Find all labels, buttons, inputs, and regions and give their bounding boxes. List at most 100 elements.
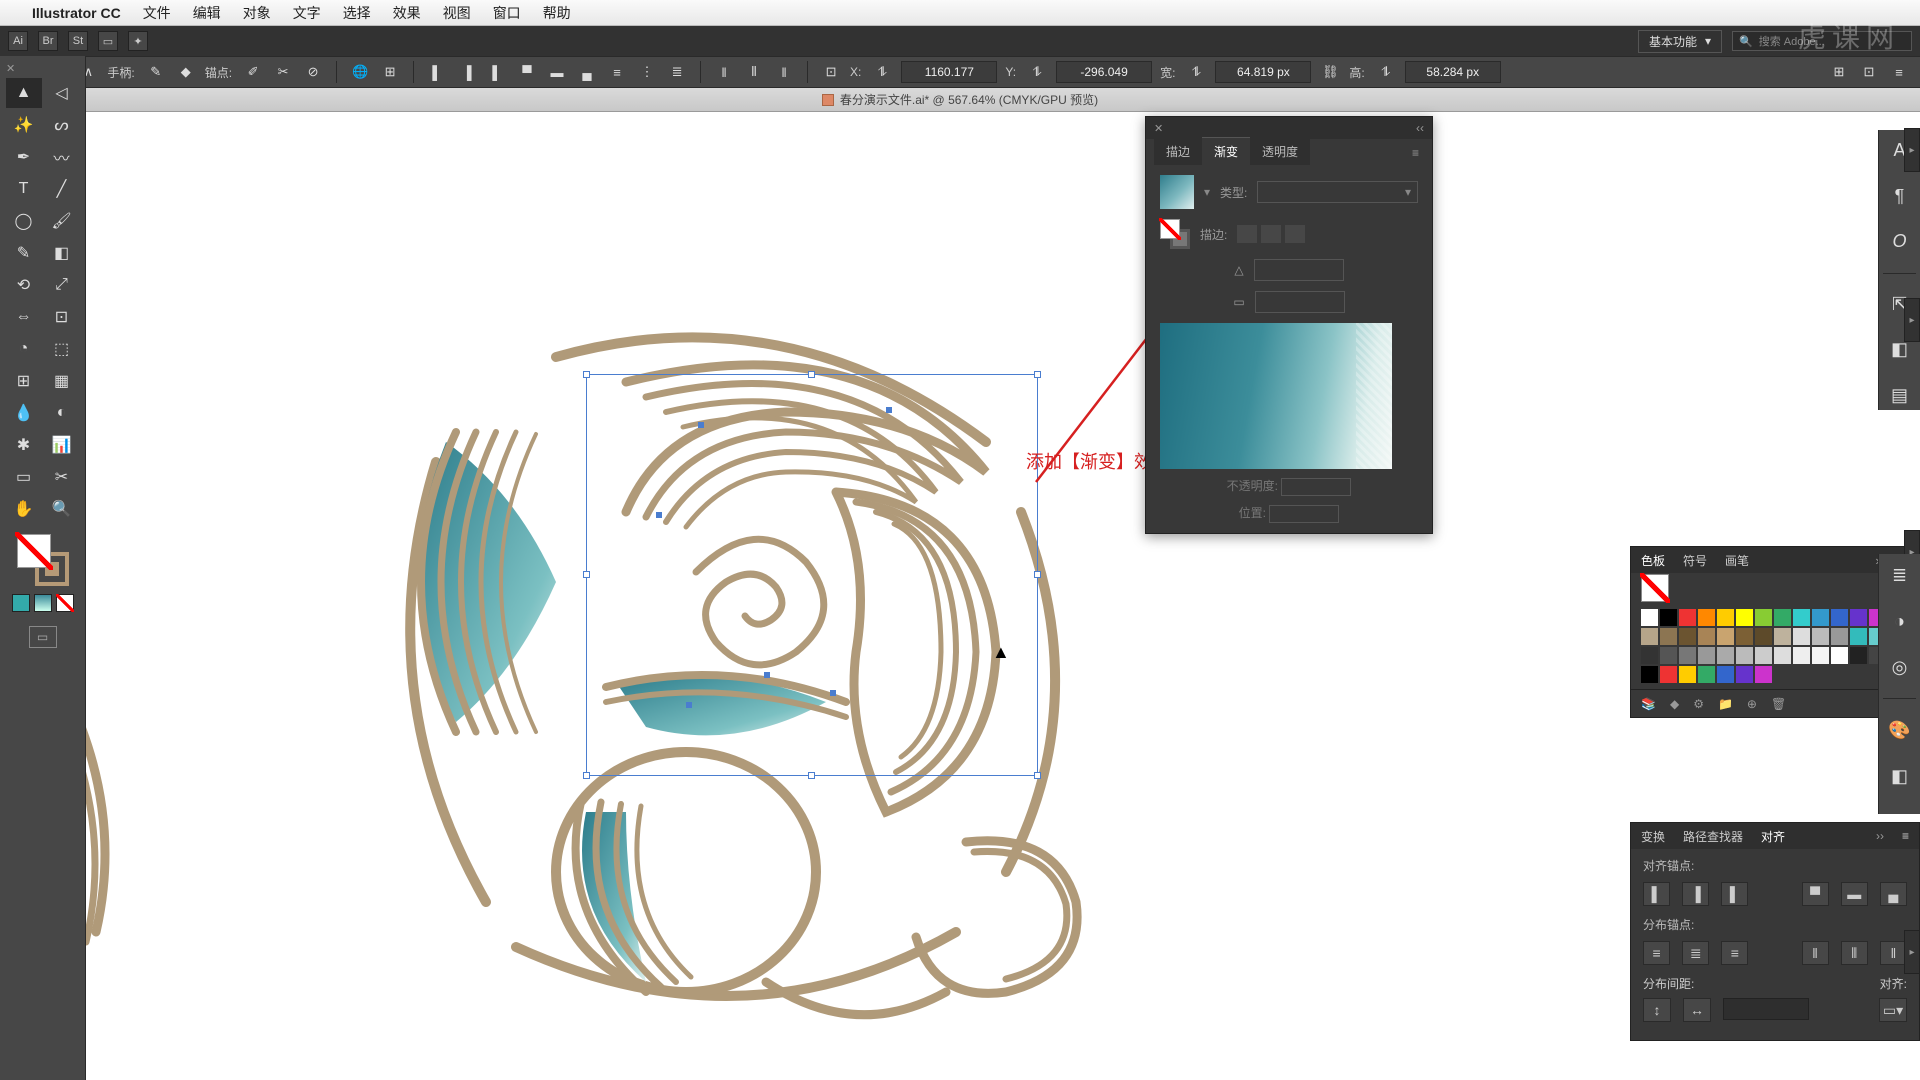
ref-point-icon[interactable]: ⊡ (820, 61, 842, 83)
fill-stroke-control[interactable] (17, 534, 69, 586)
eraser-tool[interactable]: ◧ (44, 238, 80, 268)
handle2-icon[interactable]: ◆ (175, 61, 197, 83)
blend-tool[interactable]: ◐ (44, 398, 80, 428)
swatch-cell[interactable] (1831, 628, 1848, 645)
stroke-within-icon[interactable] (1237, 225, 1257, 243)
shape-builder-tool[interactable]: ◔ (6, 334, 42, 364)
dist-bottom-btn[interactable]: ≡ (1721, 941, 1748, 965)
dist-v-icon[interactable]: ⋮ (636, 61, 658, 83)
swatch-cell[interactable] (1679, 666, 1696, 683)
swatch-cell[interactable] (1850, 609, 1867, 626)
align-hcenter-btn[interactable]: ▐ (1682, 882, 1709, 906)
swatch-cell[interactable] (1698, 666, 1715, 683)
swatch-new-icon[interactable]: ⊕ (1747, 697, 1757, 711)
rotate-tool[interactable]: ⟲ (6, 270, 42, 300)
appearance-panel-icon[interactable]: ◑ (1879, 606, 1920, 636)
perspective-tool[interactable]: ⬚ (44, 334, 80, 364)
align-panel-icon[interactable]: ⊞ (1828, 61, 1850, 83)
swatches-current[interactable] (1641, 574, 1669, 602)
none-mode-icon[interactable] (56, 594, 74, 612)
swatch-options-icon[interactable]: ⚙ (1693, 697, 1704, 711)
swatch-cell[interactable] (1755, 666, 1772, 683)
color-mode-icon[interactable] (12, 594, 30, 612)
gradient-tool[interactable]: ▦ (44, 366, 80, 396)
dist-hcenter-btn[interactable]: ⦀ (1841, 941, 1868, 965)
gradient-panel[interactable]: ✕‹‹ 描边 渐变 透明度 ≡ ▾ 类型: ▾ 描边: △ ▭ 不透明度: 位置… (1145, 116, 1433, 534)
tab-gradient[interactable]: 渐变 (1202, 137, 1250, 165)
swatches-grid[interactable] (1631, 603, 1919, 689)
curvature-tool[interactable]: 〰 (44, 142, 80, 172)
swatch-cell[interactable] (1831, 609, 1848, 626)
tab-symbols[interactable]: 符号 (1683, 552, 1707, 569)
opentype-panel-icon[interactable]: O (1879, 227, 1920, 257)
link-wh-icon[interactable]: ⛓ (1319, 61, 1341, 83)
swatch-cell[interactable] (1641, 609, 1658, 626)
swatch-cell[interactable] (1812, 628, 1829, 645)
workspace-switcher[interactable]: 基本功能▾ (1638, 30, 1722, 53)
tab-transparency[interactable]: 透明度 (1250, 138, 1310, 165)
swatch-cell[interactable] (1793, 628, 1810, 645)
align-c-icon[interactable]: ▐ (456, 61, 478, 83)
menu-type[interactable]: 文字 (293, 3, 321, 23)
gradient-location-input[interactable] (1269, 505, 1339, 523)
align-left-btn[interactable]: ▌ (1643, 882, 1670, 906)
dist-h2-icon[interactable]: ≣ (666, 61, 688, 83)
menu-window[interactable]: 窗口 (493, 3, 521, 23)
align-bottom-btn[interactable]: ▄ (1880, 882, 1907, 906)
swatch-cell[interactable] (1812, 647, 1829, 664)
color-panel-icon[interactable]: 🎨 (1879, 715, 1920, 745)
handle-icon[interactable]: ✎ (145, 61, 167, 83)
swatches-panel[interactable]: 色板 符号 画笔 ›› ≡ ≣▦ 📚 ◆ ⚙ 📁 ⊕ 🗑 (1630, 546, 1920, 718)
gradient-ramp[interactable] (1160, 323, 1392, 469)
dist-top-btn[interactable]: ≡ (1643, 941, 1670, 965)
tab-align[interactable]: 对齐 (1761, 828, 1785, 845)
menu-help[interactable]: 帮助 (543, 3, 571, 23)
menu-edit[interactable]: 编辑 (193, 3, 221, 23)
anchor-cut-icon[interactable]: ✂ (272, 61, 294, 83)
hand-tool[interactable]: ✋ (6, 494, 42, 524)
direct-selection-tool[interactable]: ◁ (44, 78, 80, 108)
free-transform-tool[interactable]: ⊡ (44, 302, 80, 332)
mesh-tool[interactable]: ⊞ (6, 366, 42, 396)
swatch-cell[interactable] (1793, 609, 1810, 626)
dock-toggle-1[interactable]: ▸ (1904, 128, 1920, 172)
swatch-cell[interactable] (1698, 647, 1715, 664)
swatch-cell[interactable] (1755, 628, 1772, 645)
align-r-icon[interactable]: ▌ (486, 61, 508, 83)
magic-wand-tool[interactable]: ✨ (6, 110, 42, 140)
selection-box[interactable] (586, 374, 1038, 776)
arrange-icon[interactable]: ▭ (98, 31, 118, 51)
isolate-icon[interactable]: ⊞ (379, 61, 401, 83)
menu-select[interactable]: 选择 (343, 3, 371, 23)
dock-toggle-5[interactable]: ▸ (1904, 930, 1920, 974)
swatch-cell[interactable] (1774, 609, 1791, 626)
gradient-preview-swatch[interactable] (1160, 175, 1194, 209)
h-value[interactable]: 58.284 px (1405, 61, 1501, 83)
align-t-icon[interactable]: ▀ (516, 61, 538, 83)
color-guide-icon[interactable]: ◧ (1879, 761, 1920, 791)
swatch-cell[interactable] (1736, 628, 1753, 645)
width-tool[interactable]: ⇔ (6, 302, 42, 332)
h-step-icon[interactable]: ⥮ (1375, 61, 1397, 83)
shaper-tool[interactable]: ✎ (6, 238, 42, 268)
zoom-tool[interactable]: 🔍 (44, 494, 80, 524)
gradient-angle-input[interactable] (1254, 259, 1344, 281)
globe-icon[interactable]: 🌐 (349, 61, 371, 83)
align-vcenter-btn[interactable]: ▬ (1841, 882, 1868, 906)
tab-stroke[interactable]: 描边 (1154, 138, 1202, 165)
align-l-icon[interactable]: ▌ (426, 61, 448, 83)
tab-transform[interactable]: 变换 (1641, 828, 1665, 845)
gradient-fillstroke-icon[interactable] (1160, 219, 1190, 249)
transform-panel-icon[interactable]: ⊡ (1858, 61, 1880, 83)
gradient-opacity-input[interactable] (1281, 478, 1351, 496)
tab-brushes[interactable]: 画笔 (1725, 552, 1749, 569)
x-value[interactable]: 1160.177 (901, 61, 997, 83)
dist-sp2-icon[interactable]: ⦀ (743, 61, 765, 83)
swatch-cell[interactable] (1736, 609, 1753, 626)
swatch-cell[interactable] (1660, 647, 1677, 664)
search-input[interactable]: 🔍搜索 Adobe... (1732, 31, 1912, 51)
menu-effect[interactable]: 效果 (393, 3, 421, 23)
more-icon[interactable]: ≡ (1888, 61, 1910, 83)
bridge-icon[interactable]: Br (38, 31, 58, 51)
paragraph-panel-icon[interactable]: ¶ (1879, 182, 1920, 212)
